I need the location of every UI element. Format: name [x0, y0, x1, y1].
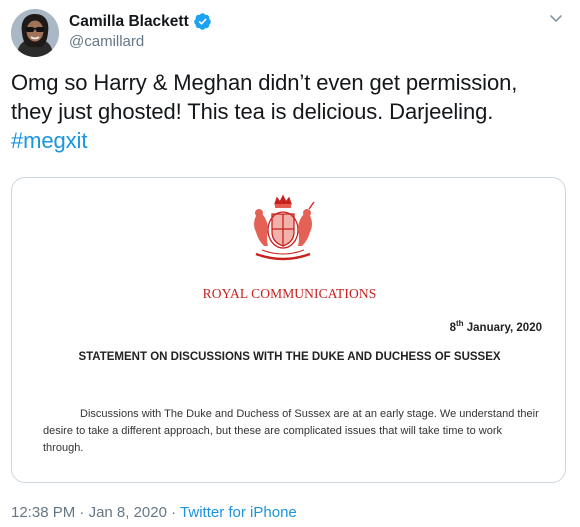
tweet-meta: 12:38 PM · Jan 8, 2020 · Twitter for iPh… — [11, 504, 297, 521]
chevron-down-icon[interactable] — [548, 10, 564, 26]
tweet-date[interactable]: Jan 8, 2020 — [89, 504, 167, 521]
display-name[interactable]: Camilla Blackett — [69, 13, 189, 31]
date-suffix: th — [456, 319, 464, 328]
statement-body-text: Discussions with The Duke and Duchess of… — [43, 408, 539, 454]
verified-badge-icon — [193, 12, 212, 31]
hashtag-link[interactable]: #megxit — [11, 128, 87, 153]
meta-separator: · — [79, 504, 85, 521]
tweet-body: Omg so Harry & Meghan didn’t even get pe… — [11, 70, 518, 124]
statement-date: 8th January, 2020 — [450, 319, 542, 334]
date-rest: January, 2020 — [463, 321, 542, 334]
statement-title: STATEMENT ON DISCUSSIONS WITH THE DUKE A… — [78, 351, 501, 363]
tweet-time[interactable]: 12:38 PM — [11, 504, 75, 521]
meta-separator: · — [171, 504, 177, 521]
attached-image-card[interactable]: ROYAL COMMUNICATIONS 8th January, 2020 S… — [11, 177, 566, 483]
card-header: ROYAL COMMUNICATIONS — [202, 286, 377, 301]
royal-crest-icon — [248, 194, 318, 268]
tweet-text: Omg so Harry & Meghan didn’t even get pe… — [11, 68, 561, 155]
handle[interactable]: @camillard — [69, 33, 144, 50]
avatar[interactable] — [11, 9, 59, 57]
statement-body: Discussions with The Duke and Duchess of… — [43, 406, 543, 457]
author-name-row[interactable]: Camilla Blackett — [69, 12, 212, 31]
avatar-photo — [11, 9, 59, 57]
tweet-source-link[interactable]: Twitter for iPhone — [180, 504, 297, 521]
